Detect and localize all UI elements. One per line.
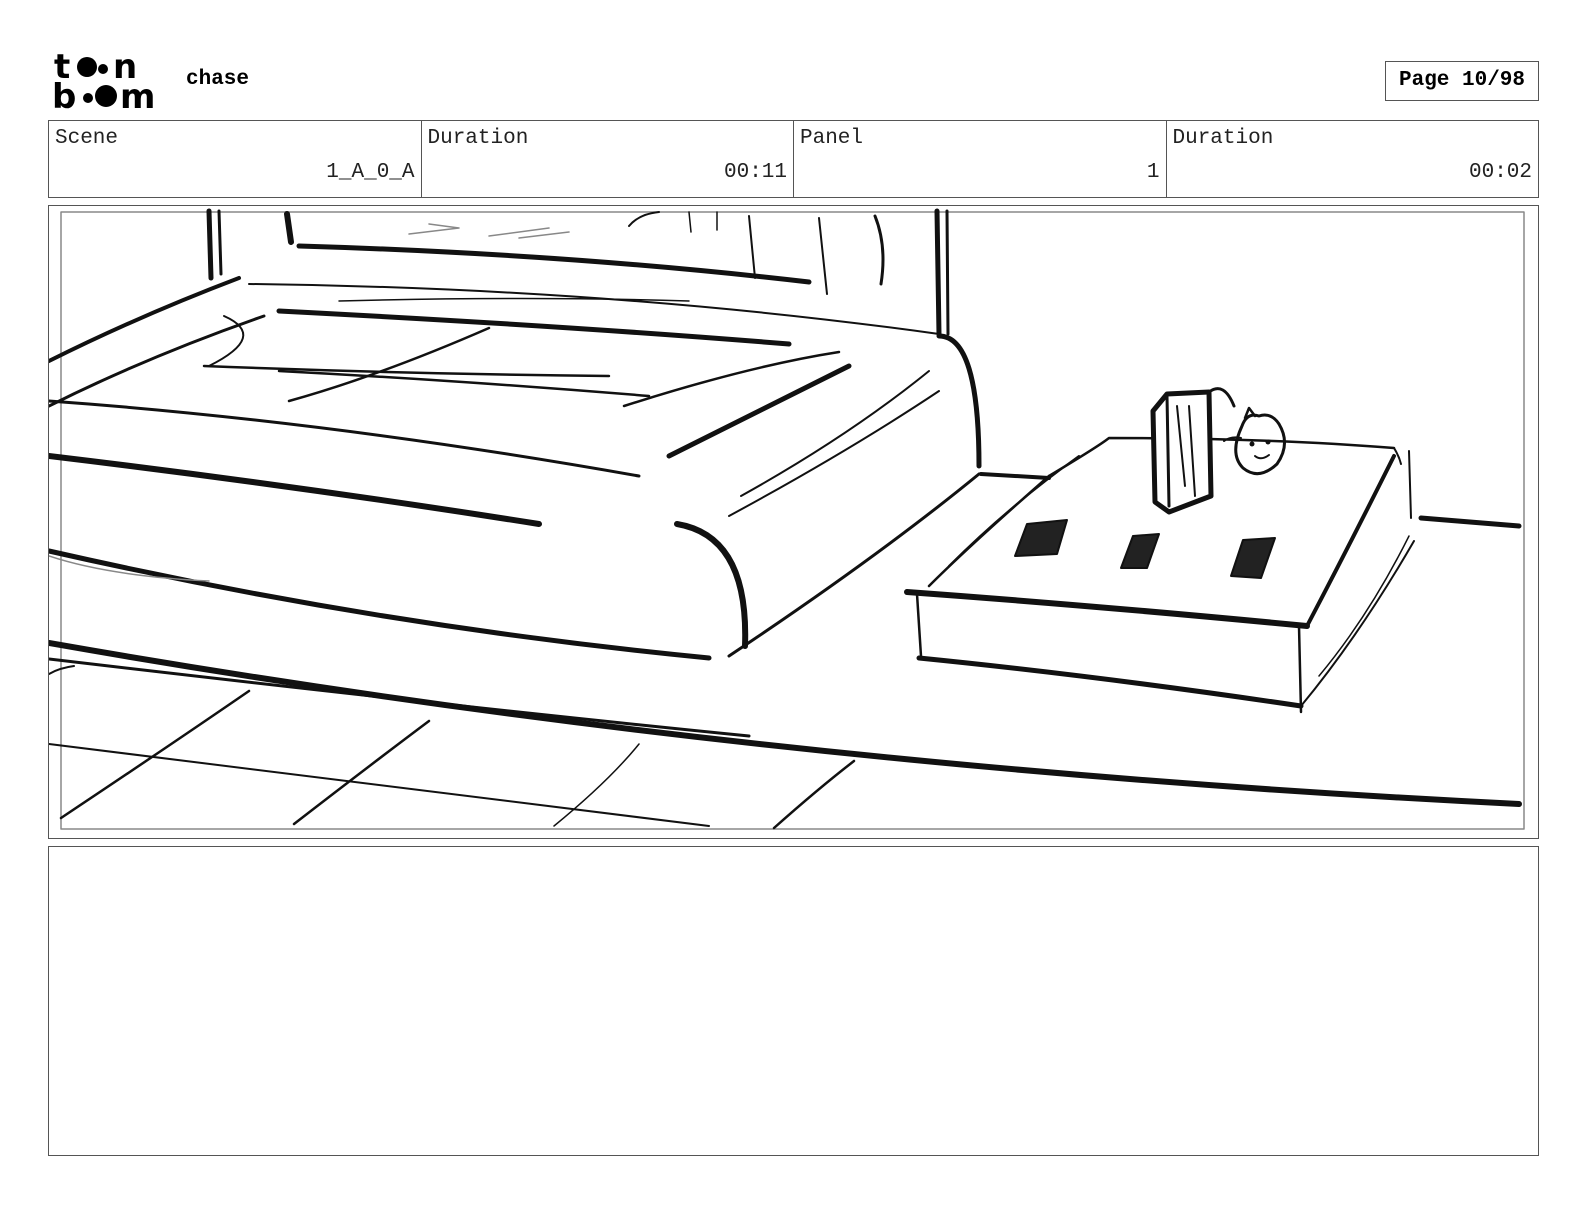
storyboard-panel-image	[48, 205, 1539, 839]
sketch-bed-nightstand	[49, 208, 1525, 830]
panel-value: 1	[1146, 161, 1160, 184]
panel-duration-cell: Duration 00:02	[1165, 121, 1539, 197]
panel-duration-value: 00:02	[1468, 161, 1532, 184]
panel-notes-box	[48, 846, 1539, 1156]
scene-label: Scene	[55, 127, 119, 150]
toonboom-logo-mark: t n b m	[52, 47, 155, 117]
project-title: chase	[186, 68, 250, 91]
scene-duration-cell: Duration 00:11	[420, 121, 794, 197]
svg-text:m: m	[120, 77, 155, 112]
scene-cell: Scene 1_A_0_A	[49, 121, 421, 197]
scene-duration-value: 00:11	[723, 161, 787, 184]
page-indicator: Page 10/98	[1385, 61, 1539, 101]
scene-value: 1_A_0_A	[326, 161, 415, 184]
panel-label: Panel	[800, 127, 864, 150]
scene-duration-label: Duration	[427, 127, 529, 150]
panel-info-table: Scene 1_A_0_A Duration 00:11 Panel 1 Dur…	[48, 120, 1539, 198]
panel-cell: Panel 1	[793, 121, 1166, 197]
svg-text:b: b	[52, 77, 76, 112]
toonboom-logo: t n b m	[50, 47, 166, 117]
panel-duration-label: Duration	[1172, 127, 1274, 150]
